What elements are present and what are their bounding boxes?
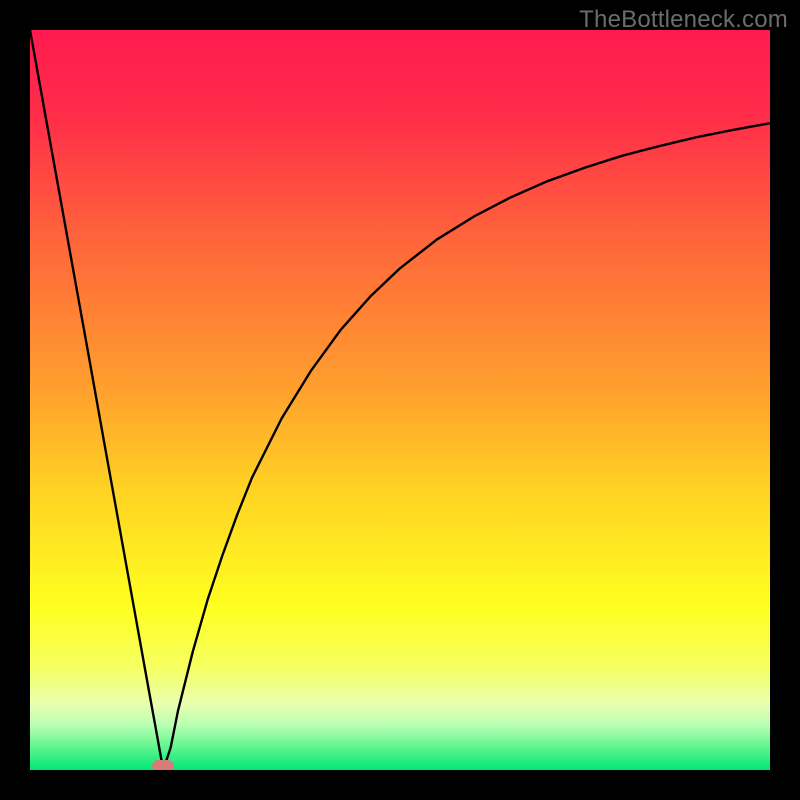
watermark-text: TheBottleneck.com: [579, 6, 788, 34]
bottleneck-curve: [30, 30, 770, 770]
plot-area: [30, 30, 770, 770]
chart-frame: TheBottleneck.com: [0, 0, 800, 800]
optimal-point-marker: [152, 760, 174, 770]
